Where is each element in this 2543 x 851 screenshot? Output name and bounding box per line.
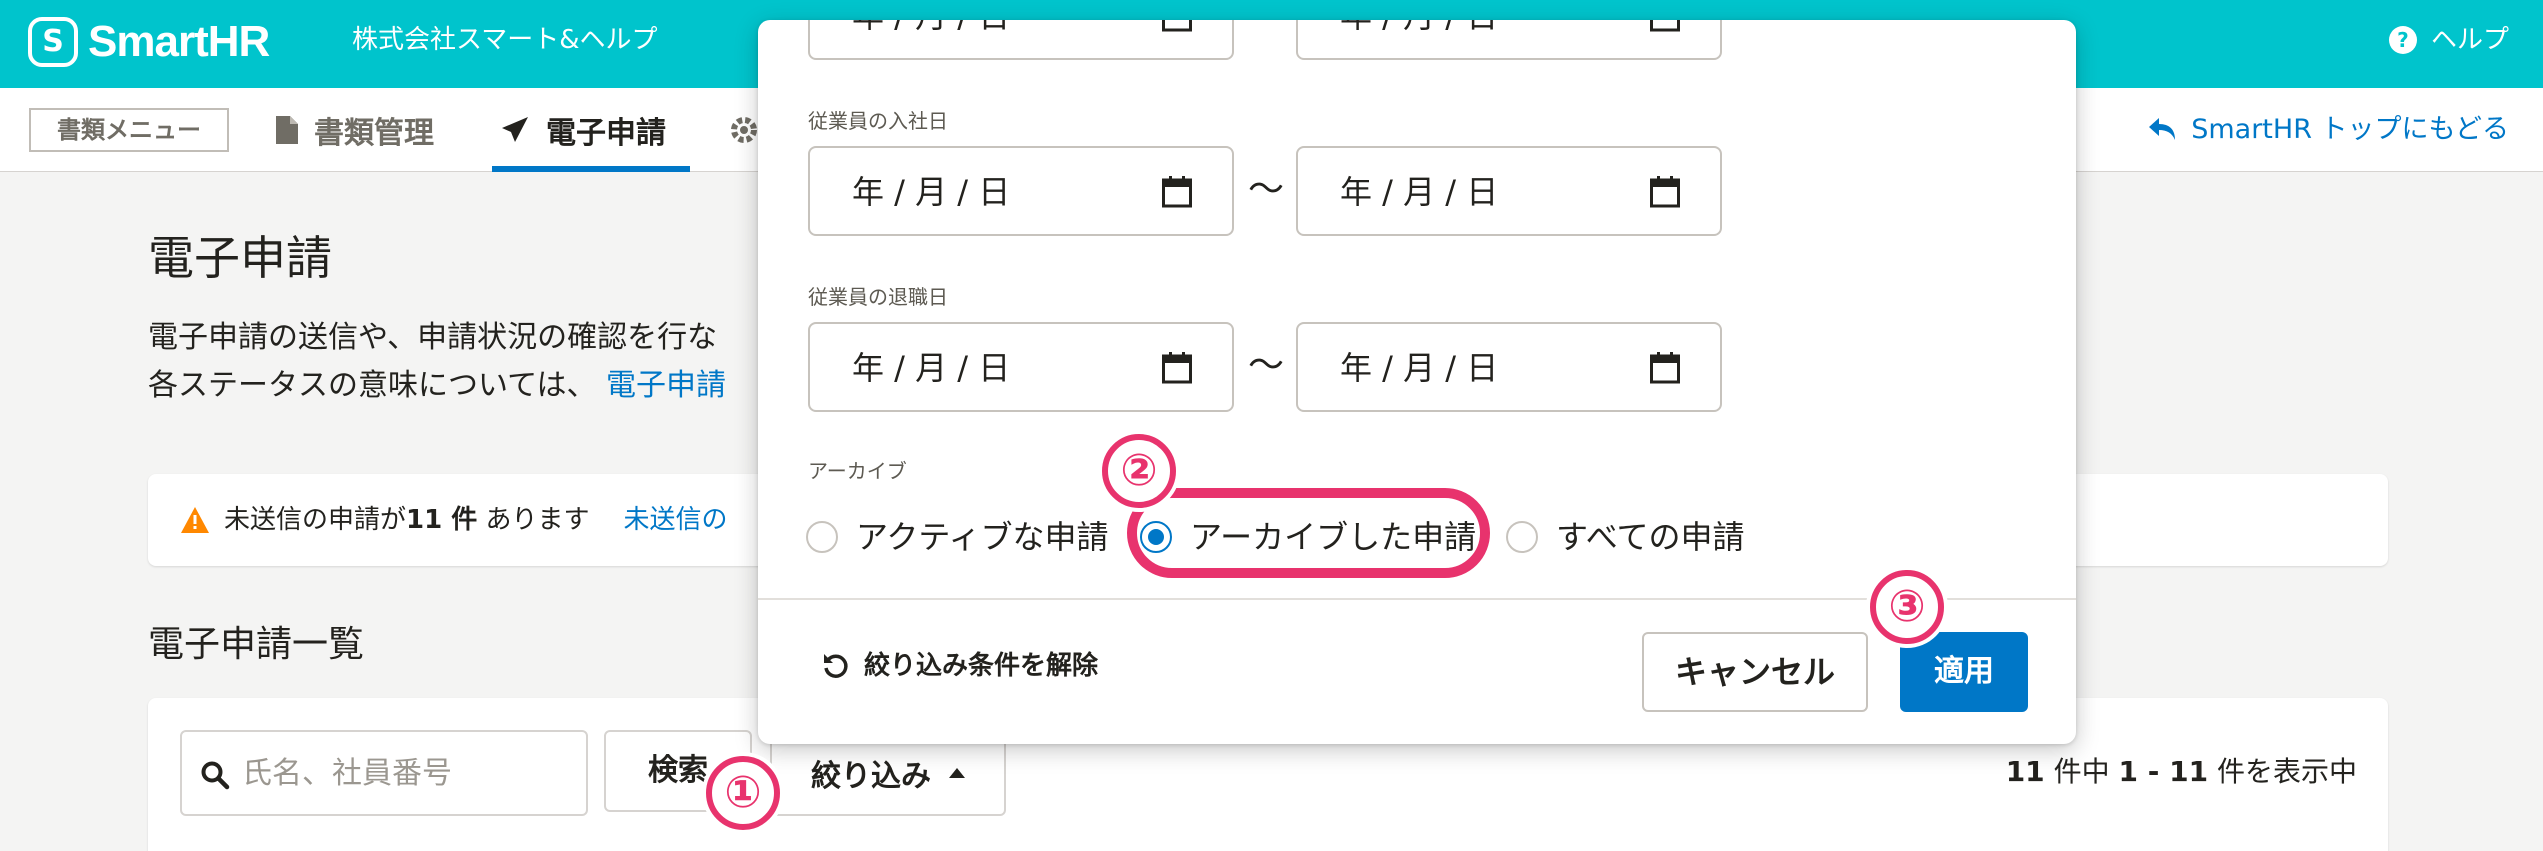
search-field[interactable] xyxy=(180,730,588,816)
hire-date-start[interactable]: 年 / 月 / 日 xyxy=(808,146,1234,236)
highlight-ring xyxy=(1127,488,1490,578)
list-title: 電子申請一覧 xyxy=(148,624,365,665)
help-label: ヘルプ xyxy=(2430,25,2509,55)
gear-icon xyxy=(731,117,757,143)
unsent-link[interactable]: 未送信の xyxy=(624,498,728,542)
radio-all-applications[interactable]: すべての申請 xyxy=(1506,512,1744,562)
page-description: 電子申請の送信や、申請状況の確認を行な xyxy=(148,320,718,355)
range-separator: 〜 xyxy=(1248,345,1285,386)
calendar-icon xyxy=(1162,20,1192,32)
step-2-marker: ② xyxy=(1102,434,1176,508)
document-menu-label: 書類メニュー xyxy=(29,108,229,152)
hire-date-end[interactable]: 年 / 月 / 日 xyxy=(1296,146,1722,236)
leave-date-start[interactable]: 年 / 月 / 日 xyxy=(808,322,1234,412)
calendar-icon xyxy=(1650,352,1680,384)
nav-item-e-application[interactable]: 電子申請 xyxy=(500,88,666,172)
nav-item-settings[interactable] xyxy=(730,88,758,172)
search-input[interactable] xyxy=(242,746,572,800)
calendar-icon xyxy=(1162,352,1192,384)
radio-active-applications[interactable]: アクティブな申請 xyxy=(806,512,1108,562)
nav-item-document-management[interactable]: 書類管理 xyxy=(276,88,434,172)
hire-date-label: 従業員の入社日 xyxy=(808,109,948,133)
cancel-button[interactable]: キャンセル xyxy=(1642,632,1868,712)
date-range-prev-start[interactable]: 年 / 月 / 日 xyxy=(808,20,1234,60)
document-icon xyxy=(276,116,298,144)
reply-arrow-icon xyxy=(2149,118,2176,140)
warning-icon xyxy=(181,507,209,533)
help-icon: ? xyxy=(2388,26,2417,54)
help-link[interactable]: ? ヘルプ xyxy=(2388,20,2509,60)
caret-up-icon xyxy=(949,768,965,778)
reset-filter-button[interactable]: 絞り込み条件を解除 xyxy=(822,646,1098,686)
status-help-link[interactable]: 電子申請 xyxy=(606,368,726,403)
page-title: 電子申請 xyxy=(148,231,332,285)
step-1-marker: ① xyxy=(706,756,780,830)
back-to-top-link[interactable]: SmartHR トップにもどる xyxy=(2149,110,2509,150)
status-description: 各ステータスの意味については、 電子申請 xyxy=(148,368,727,403)
archive-label: アーカイブ xyxy=(808,459,907,483)
company-name: 株式会社スマート&ヘルプ xyxy=(352,25,658,55)
smarthr-logo-icon[interactable]: S xyxy=(28,17,78,67)
range-separator: 〜 xyxy=(1248,169,1285,210)
active-tab-indicator xyxy=(492,166,690,172)
smarthr-logo-text[interactable]: SmartHR xyxy=(88,12,270,72)
apply-button[interactable]: 適用 xyxy=(1900,632,2028,712)
calendar-icon xyxy=(1162,176,1192,208)
calendar-icon xyxy=(1650,20,1680,32)
step-3-marker: ③ xyxy=(1870,570,1944,644)
date-range-prev-end[interactable]: 年 / 月 / 日 xyxy=(1296,20,1722,60)
undo-icon xyxy=(824,654,848,678)
calendar-icon xyxy=(1650,176,1680,208)
radio-button[interactable] xyxy=(1506,521,1538,553)
send-icon xyxy=(502,117,528,142)
filter-popover: 年 / 月 / 日 年 / 月 / 日 従業員の入社日 年 / 月 / 日 〜 … xyxy=(758,20,2076,744)
leave-date-end[interactable]: 年 / 月 / 日 xyxy=(1296,322,1722,412)
leave-date-label: 従業員の退職日 xyxy=(808,285,948,309)
alert-text: 未送信の申請が11 件 あります xyxy=(224,505,590,535)
result-count: 11 件中 1 - 11 件を表示中 xyxy=(2005,755,2357,788)
radio-button[interactable] xyxy=(806,521,838,553)
search-icon xyxy=(201,761,230,790)
